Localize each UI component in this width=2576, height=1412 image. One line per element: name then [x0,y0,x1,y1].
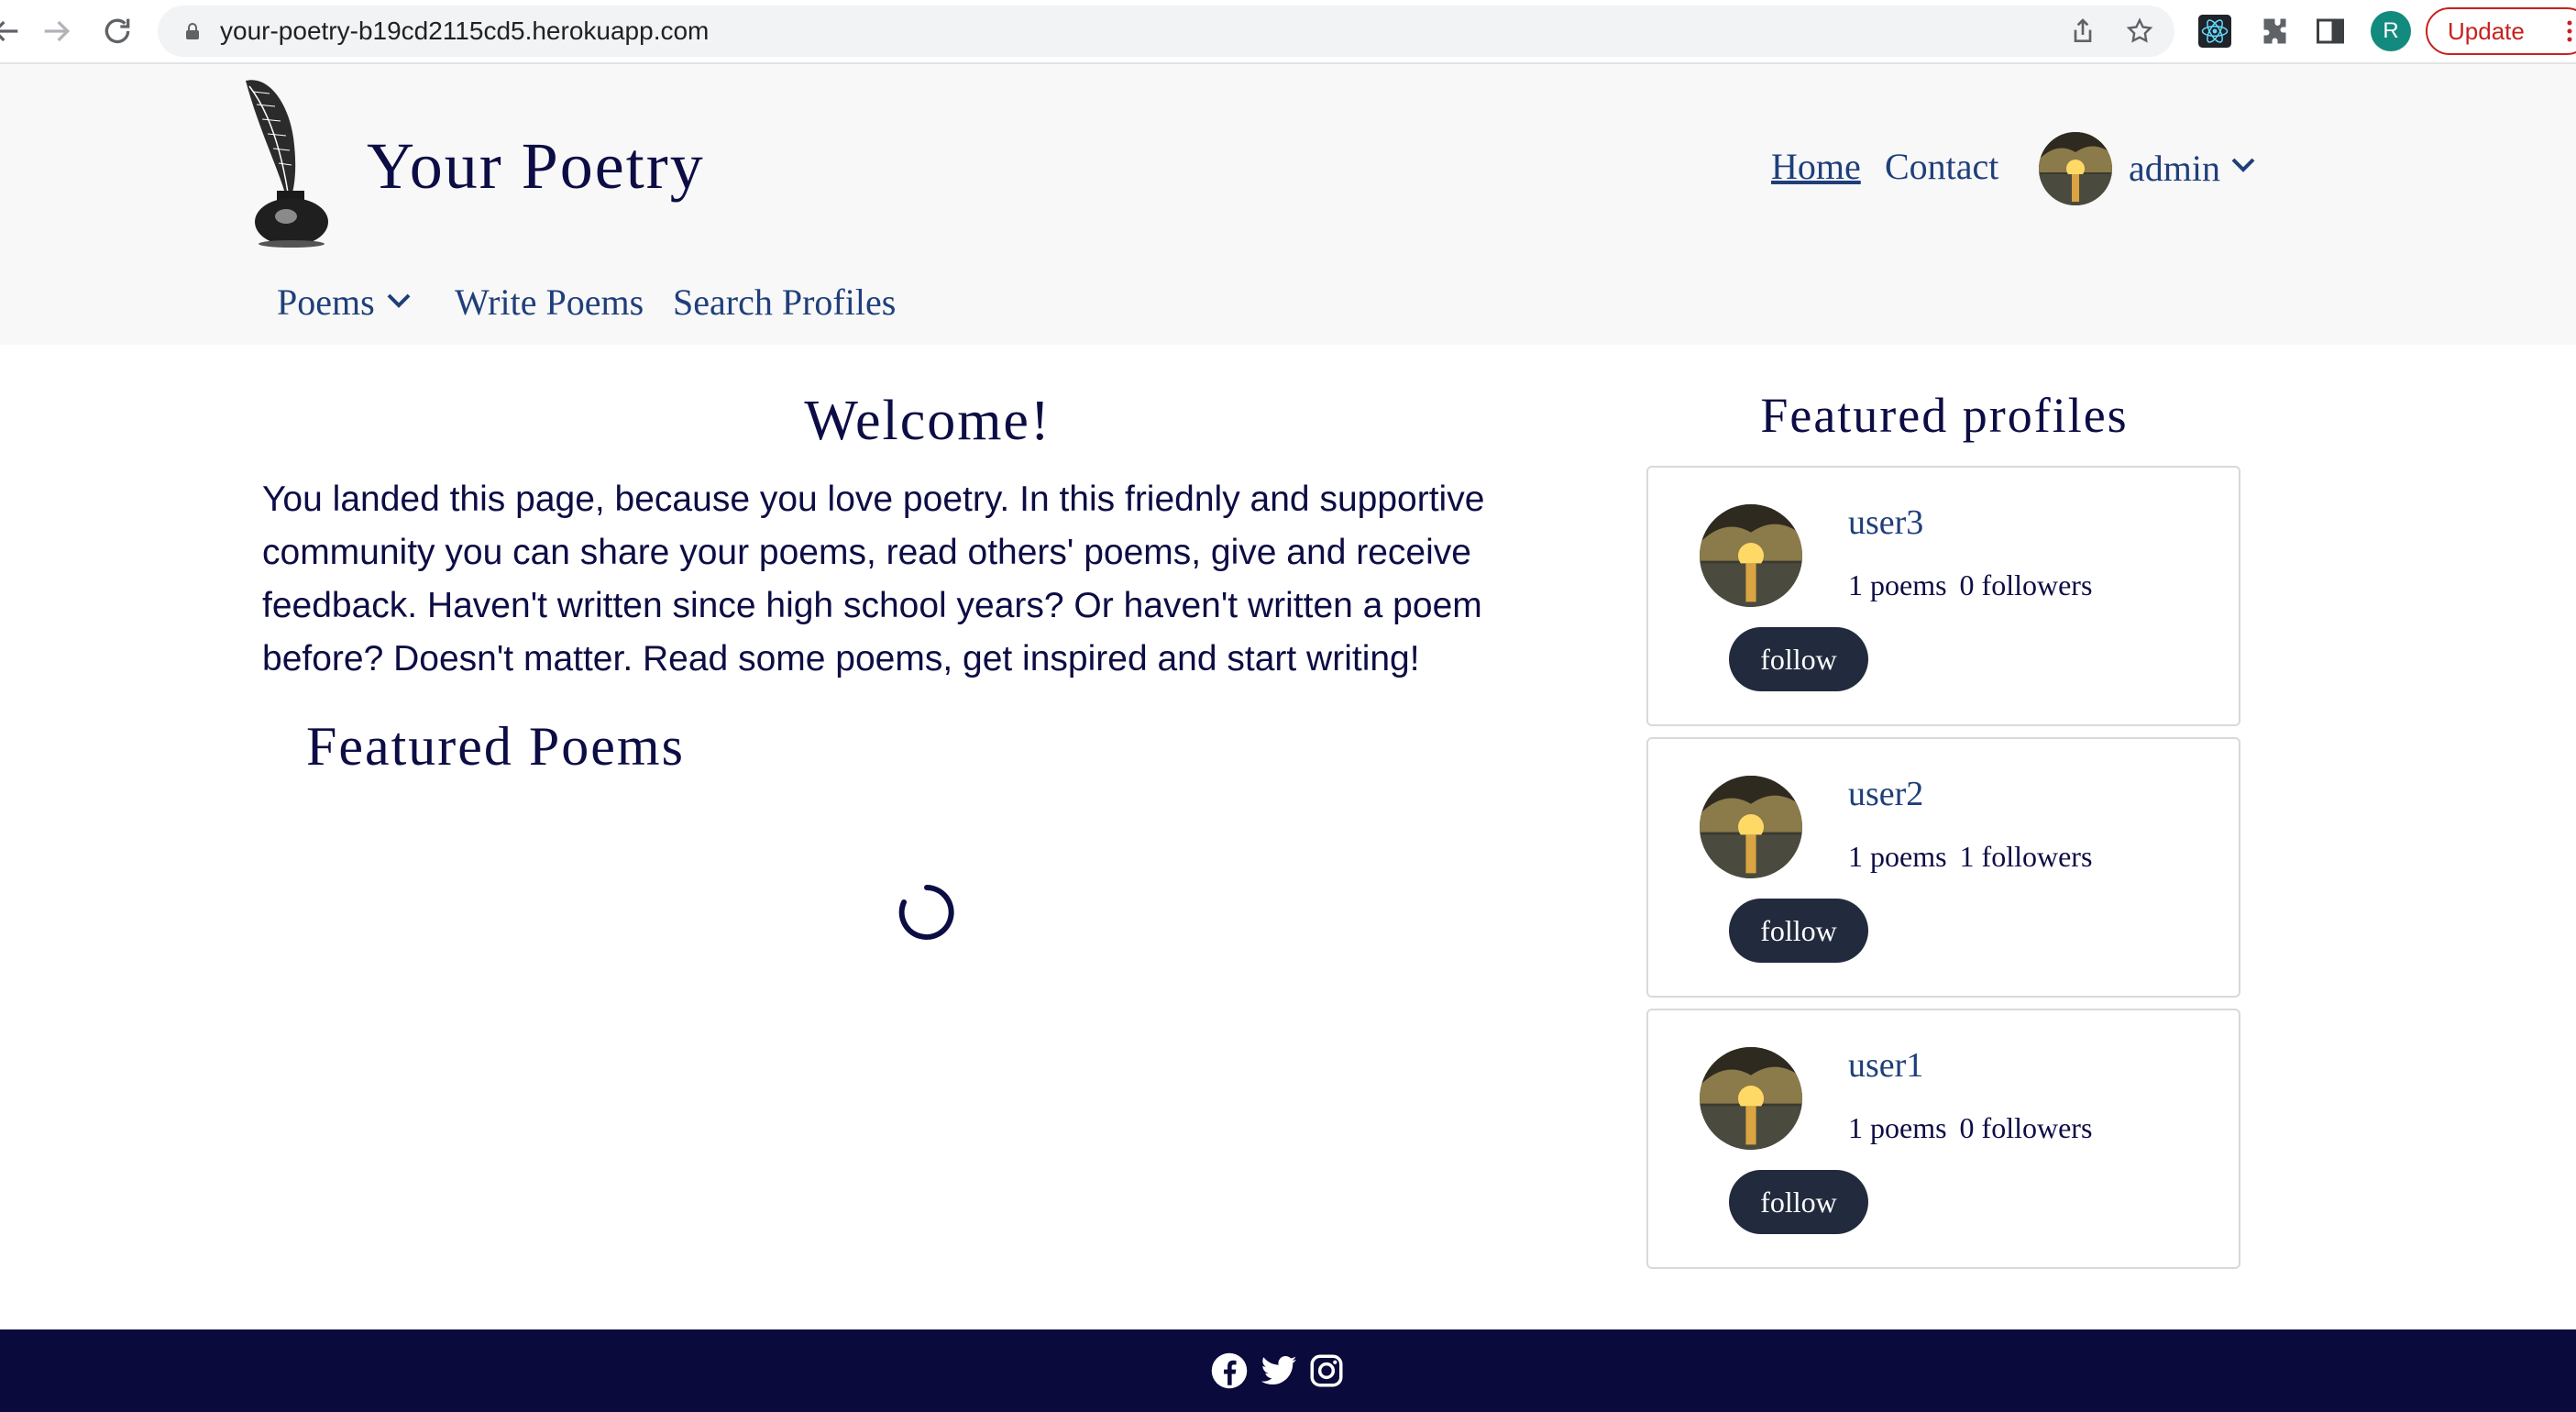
site-header: Your Poetry Home Contact admin Poems Wri… [0,64,2576,345]
profile-stats: 1 poems 1 followers [1848,840,2105,874]
instagram-icon[interactable] [1307,1351,1346,1390]
bookmark-star-icon[interactable] [2125,17,2154,46]
profile-avatar[interactable] [1700,504,1802,607]
more-vert-icon [2567,20,2572,42]
profile-avatar[interactable] [1700,1047,1802,1150]
user-menu-name[interactable]: admin [2129,147,2220,190]
side-panel-icon[interactable] [2314,15,2347,48]
nav-write-poems-link[interactable]: Write Poems [455,281,644,324]
site-footer [0,1329,2576,1412]
brand-title[interactable]: Your Poetry [367,128,705,204]
followers-count: 0 followers [1959,1111,2093,1144]
url-text: your-poetry-b19cd2115cd5.herokuapp.com [220,17,710,45]
extensions-puzzle-icon[interactable] [2257,15,2290,48]
back-icon[interactable] [0,13,24,50]
profile-avatar[interactable] [1700,776,1802,878]
quill-inkpot-logo-icon[interactable] [240,73,341,248]
profile-card: user1 1 poems 0 followers follow [1646,1009,2240,1269]
nav-search-profiles-link[interactable]: Search Profiles [673,281,896,324]
profile-stats: 1 poems 0 followers [1848,1111,2105,1145]
poems-count: 1 poems [1848,840,1947,873]
featured-poems-title: Featured Poems [306,716,685,777]
react-devtools-icon[interactable] [2198,15,2231,48]
update-label: Update [2448,17,2525,45]
poems-count: 1 poems [1848,1111,1947,1144]
featured-profiles-title: Featured profiles [1760,388,2129,443]
address-bar[interactable]: your-poetry-b19cd2115cd5.herokuapp.com [158,6,2174,57]
browser-profile-avatar[interactable]: R [2371,11,2411,51]
profile-card: user3 1 poems 0 followers follow [1646,466,2240,726]
forward-icon[interactable] [39,13,75,50]
user-avatar[interactable] [2039,132,2112,205]
intro-paragraph: You landed this page, because you love p… [262,480,1485,678]
browser-update-button[interactable]: Update [2426,7,2576,55]
follow-button[interactable]: follow [1729,1170,1868,1234]
share-icon[interactable] [2068,17,2097,46]
follow-button[interactable]: follow [1729,627,1868,691]
browser-toolbar: your-poetry-b19cd2115cd5.herokuapp.com R… [0,0,2576,64]
followers-count: 1 followers [1959,840,2093,873]
followers-count: 0 followers [1959,568,2093,601]
chevron-down-icon[interactable] [385,290,413,312]
profile-stats: 1 poems 0 followers [1848,568,2105,602]
poems-count: 1 poems [1848,568,1947,601]
welcome-title: Welcome! [804,390,1051,452]
nav-poems-dropdown[interactable]: Poems [277,281,375,324]
chevron-down-icon[interactable] [2229,154,2257,176]
nav-contact-link[interactable]: Contact [1885,145,1998,188]
profile-card: user2 1 poems 1 followers follow [1646,737,2240,998]
loading-spinner-icon [898,885,954,940]
profile-name-link[interactable]: user3 [1848,502,1923,543]
lock-icon [186,23,199,39]
reload-icon[interactable] [99,13,136,50]
profile-name-link[interactable]: user2 [1848,774,1923,814]
profile-name-link[interactable]: user1 [1848,1045,1923,1086]
nav-home-link[interactable]: Home [1771,145,1861,188]
follow-button[interactable]: follow [1729,899,1868,963]
twitter-icon[interactable] [1260,1351,1298,1390]
facebook-icon[interactable] [1210,1351,1249,1390]
